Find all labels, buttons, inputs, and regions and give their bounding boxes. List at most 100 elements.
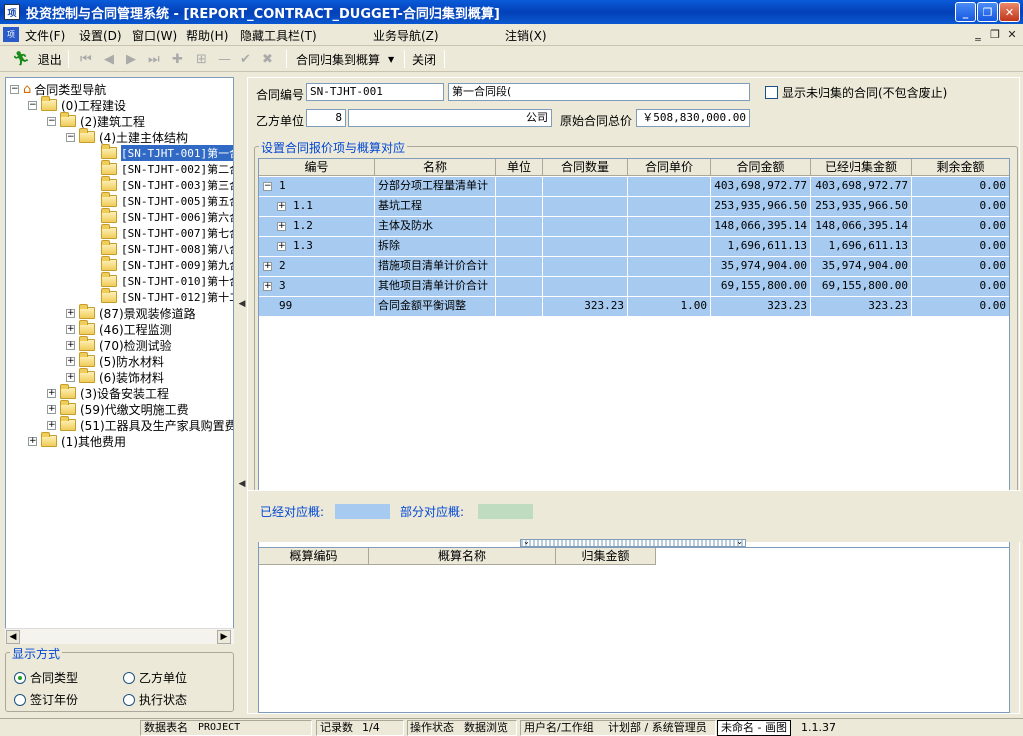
contract-name-field[interactable]: 第一合同段( [448, 83, 750, 101]
grid-cell-col-collected[interactable]: 69,155,800.00 [811, 277, 912, 297]
grid-cell-col-collected[interactable]: 253,935,966.50 [811, 197, 912, 217]
radio-party-b[interactable]: 乙方单位 [123, 669, 187, 686]
contract-type-tree[interactable]: − ⌂ 合同类型导航 − (0)工程建设 − (2)建筑工程 − (4)土建主体… [5, 77, 234, 644]
tree-contract-item[interactable]: [SN-TJHT-005]第五合 [101, 192, 233, 209]
grid-cell-col-qty[interactable] [543, 197, 628, 217]
grid-cell-col-unit[interactable] [496, 237, 543, 257]
total-price-field[interactable]: ￥508,830,000.00 [636, 109, 750, 127]
grid-cell-col-amount[interactable]: 253,935,966.50 [711, 197, 811, 217]
grid-row[interactable]: 1.3 拆除 1,696,611.13 1,696,611.13 0.00 + [259, 237, 1009, 257]
expand-icon[interactable]: + [263, 262, 272, 271]
grid-cell-col-remain[interactable]: 0.00 [912, 197, 1009, 217]
menu-settings[interactable]: 设置(D) [79, 27, 122, 44]
expand-icon[interactable]: + [277, 242, 286, 251]
cancel-icon[interactable]: ✖ [262, 50, 273, 68]
tree-contract-item[interactable]: [SN-TJHT-003]第三合 [101, 176, 233, 193]
grid-cell-col-code[interactable]: 3 [259, 277, 375, 297]
grid-cell-col-price[interactable] [628, 237, 711, 257]
grid-cell-col-collected[interactable]: 35,974,904.00 [811, 257, 912, 277]
grid-cell-col-name[interactable]: 措施项目清单计价合计 [375, 257, 496, 277]
grid-header-col-collected[interactable]: 已经归集金额 [811, 159, 912, 176]
grid-cell-col-unit[interactable] [496, 297, 543, 317]
menu-help[interactable]: 帮助(H) [186, 27, 228, 44]
grid-cell-col-code[interactable]: 1 [259, 177, 375, 197]
radio-sign-year[interactable]: 签订年份 [14, 691, 78, 708]
grid-cell-col-qty[interactable] [543, 257, 628, 277]
expand-icon[interactable]: + [47, 404, 56, 414]
party-b-name-field[interactable]: 公司 [348, 109, 552, 127]
tree-node-category[interactable]: + (3)设备安装工程 [47, 384, 169, 401]
tree-contract-item[interactable]: [SN-TJHT-010]第十合 [101, 272, 233, 289]
mdi-minimize-icon[interactable]: ‗ [970, 28, 986, 42]
expand-icon[interactable]: + [66, 308, 75, 318]
tree-contract-item[interactable]: [SN-TJHT-002]第二合 [101, 160, 233, 177]
expand-icon[interactable]: + [263, 282, 272, 291]
grid-cell-col-name[interactable]: 其他项目清单计价合计 [375, 277, 496, 297]
grid-cell-col-collected[interactable]: 403,698,972.77 [811, 177, 912, 197]
tree-node-building[interactable]: − (2)建筑工程 [47, 112, 145, 129]
grid-cell-col-name[interactable]: 基坑工程 [375, 197, 496, 217]
radio-contract-type[interactable]: 合同类型 [14, 669, 78, 686]
collapse-icon[interactable]: − [263, 182, 272, 191]
collapse-left-icon-2[interactable]: ◀ [238, 479, 246, 491]
tree-node-category[interactable]: + (46)工程监测 [66, 320, 172, 337]
close-button[interactable]: 关闭 [412, 50, 436, 68]
grid-row[interactable]: 3 其他项目清单计价合计 69,155,800.00 69,155,800.00 0.0… [259, 277, 1009, 297]
tree-root[interactable]: − ⌂ 合同类型导航 [10, 81, 106, 97]
collapse-icon[interactable]: − [28, 100, 37, 110]
expand-icon[interactable]: + [66, 356, 75, 366]
grid-header-col-qty[interactable]: 合同数量 [543, 159, 628, 176]
expand-icon[interactable]: + [28, 436, 37, 446]
grid-cell-col-unit[interactable] [496, 217, 543, 237]
tree-contract-item[interactable]: [SN-TJHT-008]第八合 [101, 240, 233, 257]
grid-cell-col-price[interactable] [628, 277, 711, 297]
last-record-icon[interactable]: ⏭ [148, 50, 160, 68]
grid-row[interactable]: 1.2 主体及防水 148,066,395.14 148,066,395.14 0.00… [259, 217, 1009, 237]
mdi-restore-icon[interactable]: ❐ [987, 28, 1003, 42]
panel-splitter[interactable]: ◀ ◀ [238, 77, 246, 712]
expand-icon[interactable]: + [47, 420, 56, 430]
grid-header-col-amount[interactable]: 合同金额 [711, 159, 811, 176]
grid-cell-col-remain[interactable]: 0.00 [912, 217, 1009, 237]
grid-cell-col-collected[interactable]: 323.23 [811, 297, 912, 317]
grid-cell-col-code[interactable]: 99 [259, 297, 375, 317]
grid-cell-col-price[interactable] [628, 257, 711, 277]
grid-cell-col-unit[interactable] [496, 197, 543, 217]
radio-exec-status[interactable]: 执行状态 [123, 691, 187, 708]
grid-cell-col-name[interactable]: 主体及防水 [375, 217, 496, 237]
grid-cell-col-remain[interactable]: 0.00 [912, 277, 1009, 297]
grid-cell-col-unit[interactable] [496, 177, 543, 197]
tree-node-category[interactable]: + (59)代缴文明施工费 [47, 400, 189, 417]
grid-cell-col-qty[interactable] [543, 177, 628, 197]
scroll-right-icon[interactable]: ▶ [217, 630, 231, 644]
tree-node-category[interactable]: + (5)防水材料 [66, 352, 164, 369]
grid-splitter[interactable]: ⌄ ⌄ [520, 537, 746, 547]
collect-to-budget-button[interactable]: 合同归集到概算 ▼ [296, 50, 394, 68]
exit-button[interactable]: 🏃︎ 退出 [12, 50, 62, 68]
tree-contract-item[interactable]: [SN-TJHT-007]第七合 [101, 224, 233, 241]
grid-cell-col-qty[interactable] [543, 277, 628, 297]
grid-cell-col-collected[interactable]: 148,066,395.14 [811, 217, 912, 237]
grid-cell-col-collected[interactable]: 1,696,611.13 [811, 237, 912, 257]
budget-grid[interactable]: 概算编码 概算名称 归集金额 [258, 547, 1010, 713]
budget-col-name[interactable]: 概算名称 [369, 548, 556, 565]
grid-cell-col-amount[interactable]: 35,974,904.00 [711, 257, 811, 277]
tree-node-category[interactable]: + (87)景观装修道路 [66, 304, 196, 321]
grid-cell-col-amount[interactable]: 1,696,611.13 [711, 237, 811, 257]
grid-cell-col-qty[interactable] [543, 217, 628, 237]
grid-cell-col-amount[interactable]: 148,066,395.14 [711, 217, 811, 237]
next-record-icon[interactable]: ▶ [126, 50, 136, 68]
show-uncollected-checkbox[interactable]: 显示未归集的合同(不包含废止) [765, 84, 947, 101]
grid-header-col-unit[interactable]: 单位 [496, 159, 543, 176]
grid-cell-col-remain[interactable]: 0.00 [912, 257, 1009, 277]
contract-no-field[interactable]: SN-TJHT-001 [306, 83, 444, 101]
grid-cell-col-amount[interactable]: 323.23 [711, 297, 811, 317]
menu-business-nav[interactable]: 业务导航(Z) [373, 27, 439, 44]
close-window-button[interactable]: ✕ [999, 2, 1020, 22]
collapse-left-icon[interactable]: ◀ [238, 299, 246, 311]
expand-icon[interactable]: + [66, 324, 75, 334]
grid-cell-col-name[interactable]: 分部分项工程量清单计 [375, 177, 496, 197]
confirm-icon[interactable]: ✔ [240, 50, 251, 68]
grid-cell-col-remain[interactable]: 0.00 [912, 237, 1009, 257]
budget-col-code[interactable]: 概算编码 [259, 548, 369, 565]
